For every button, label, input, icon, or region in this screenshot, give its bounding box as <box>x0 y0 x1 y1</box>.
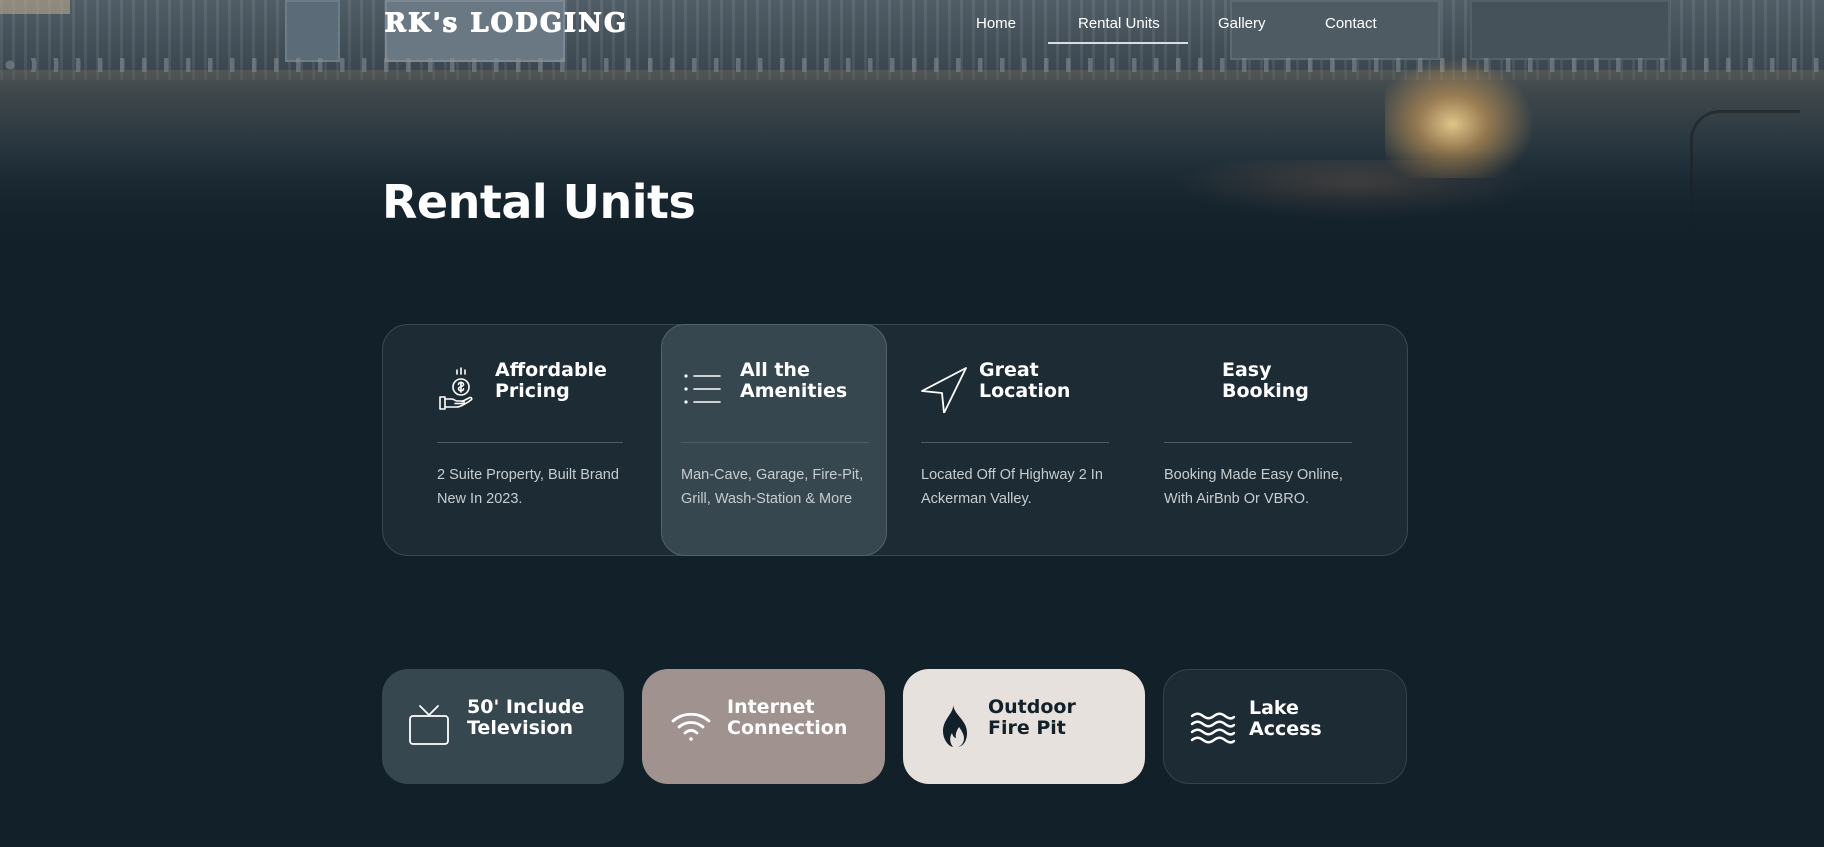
page-title: Rental Units <box>382 175 696 229</box>
site-header: RK's LODGING Home Rental Units Gallery C… <box>0 0 1824 50</box>
feature-all-amenities[interactable]: All the Amenities Man-Cave, Garage, Fire-… <box>661 324 887 556</box>
feature-description: Located Off Of Highway 2 In Ackerman Vall… <box>921 467 1103 507</box>
amenity-card-fire-pit[interactable]: Outdoor Fire Pit <box>903 669 1145 784</box>
tv-icon <box>408 703 454 749</box>
feature-title: Great Location <box>979 359 1071 402</box>
hand-coin-icon <box>437 367 483 413</box>
amenity-card-lake-access[interactable]: Lake Access <box>1163 669 1407 784</box>
feature-divider <box>437 442 623 443</box>
feature-title: Easy Booking <box>1222 359 1309 402</box>
flame-icon <box>929 703 975 749</box>
amenity-label: Internet Connection <box>727 696 848 739</box>
nav-contact[interactable]: Contact <box>1325 15 1377 32</box>
list-icon <box>682 367 728 413</box>
nav-gallery[interactable]: Gallery <box>1218 15 1266 32</box>
amenity-label: 50' Include Television <box>467 696 585 739</box>
amenity-card-television[interactable]: 50' Include Television <box>382 669 624 784</box>
feature-divider <box>681 442 869 443</box>
nav-rental-units[interactable]: Rental Units <box>1078 15 1160 32</box>
feature-great-location: Great Location Located Off Of Highway 2 I… <box>921 325 1121 557</box>
amenity-label: Lake Access <box>1249 697 1322 740</box>
feature-affordable-pricing: Affordable Pricing 2 Suite Property, Buil… <box>437 325 627 557</box>
feature-easy-booking: Easy Booking Booking Made Easy Online, Wit… <box>1164 325 1364 557</box>
wifi-icon <box>668 703 714 749</box>
features-panel: Affordable Pricing 2 Suite Property, Buil… <box>382 324 1408 556</box>
feature-title: Affordable Pricing <box>495 359 607 402</box>
nav-home[interactable]: Home <box>976 15 1016 32</box>
feature-description: 2 Suite Property, Built Brand New In 2023… <box>437 467 619 507</box>
feature-description: Booking Made Easy Online, With AirBnb Or … <box>1164 467 1343 507</box>
waves-icon <box>1190 704 1236 750</box>
feature-description: Man-Cave, Garage, Fire-Pit, Grill, Wash-S… <box>681 467 864 507</box>
nav-active-indicator <box>1048 42 1188 44</box>
amenity-card-internet[interactable]: Internet Connection <box>642 669 885 784</box>
feature-divider <box>921 442 1109 443</box>
site-logo[interactable]: RK's LODGING <box>384 8 628 38</box>
amenity-label: Outdoor Fire Pit <box>988 696 1076 739</box>
navigation-arrow-icon <box>921 367 967 414</box>
feature-divider <box>1164 442 1352 443</box>
feature-title: All the Amenities <box>740 359 848 402</box>
